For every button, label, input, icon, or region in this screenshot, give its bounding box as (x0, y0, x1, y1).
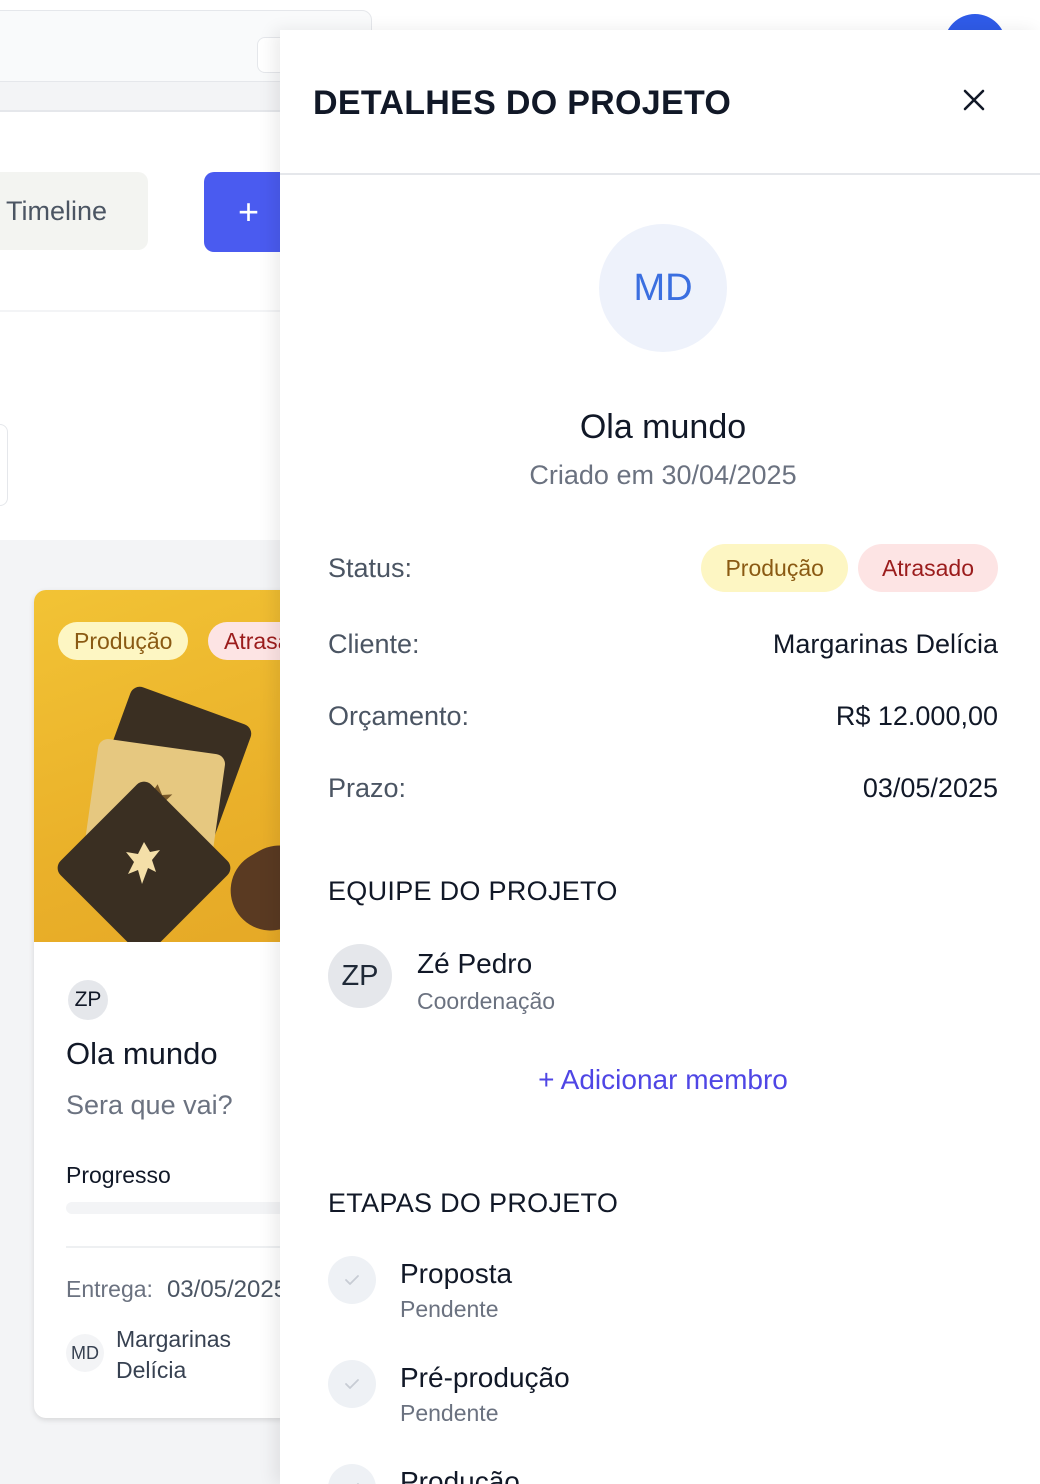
member-avatar: ZP (68, 980, 108, 1020)
stage-name: Pré-produção (400, 1362, 570, 1393)
status-badge-production: Produção (701, 544, 848, 592)
stage-item[interactable]: Pré-produção Pendente (328, 1360, 928, 1440)
client-name: Margarinas Delícia (116, 1326, 232, 1383)
client-label: Cliente: (328, 628, 420, 659)
check-icon[interactable] (328, 1360, 376, 1408)
deadline-value: 03/05/2025 (862, 772, 998, 803)
delivery-label: Entrega: (66, 1276, 153, 1302)
client-row: Cliente: Margarinas Delícia (328, 620, 998, 668)
client-avatar: MD (66, 1334, 104, 1372)
card-description: Sera que vai? (66, 1090, 233, 1120)
drawer-header: DETALHES DO PROJETO (280, 30, 1040, 175)
status-row: Status: Produção Atrasado (328, 544, 998, 592)
delivery-date: Entrega: 03/05/2025 (66, 1276, 287, 1304)
budget-row: Orçamento: R$ 12.000,00 (328, 692, 998, 740)
stage-name: Proposta (400, 1258, 513, 1289)
project-name: Ola mundo (579, 408, 747, 446)
member-avatar: ZP (328, 944, 392, 1008)
project-created-date: Criado em 30/04/2025 (529, 460, 797, 490)
project-details-drawer: DETALHES DO PROJETO MD Ola mundo Criado … (280, 30, 1040, 1484)
team-section-title: EQUIPE DO PROJETO (328, 876, 618, 906)
status-label: Status: (328, 552, 413, 583)
member-name: Zé Pedro (417, 948, 533, 979)
member-role: Coordenação (417, 988, 556, 1014)
stage-name: Produção (400, 1466, 520, 1484)
filter-area (0, 312, 300, 540)
progress-label: Progresso (66, 1162, 171, 1188)
status-badge-production: Produção (58, 622, 189, 660)
client-value: Margarinas Delícia (772, 628, 998, 659)
plus-icon: + (238, 191, 260, 232)
stage-status: Pendente (400, 1296, 499, 1322)
stage-item[interactable]: Proposta Pendente (328, 1256, 928, 1336)
delivery-value: 03/05/2025 (166, 1276, 288, 1303)
add-member-button[interactable]: + Adicionar membro (280, 1064, 1040, 1096)
project-avatar: MD (599, 224, 727, 352)
deadline-row: Prazo: 03/05/2025 (328, 764, 998, 812)
tab-timeline[interactable]: Timeline (0, 172, 148, 250)
stage-status: Pendente (400, 1400, 499, 1426)
badge-label: Produção (74, 627, 173, 654)
close-button[interactable] (956, 82, 992, 118)
check-icon[interactable] (328, 1464, 376, 1484)
status-badges: Produção Atrasado (701, 544, 998, 592)
status-badge-late: Atrasado (857, 544, 998, 592)
team-member[interactable]: ZP Zé Pedro Coordenação (328, 944, 928, 1014)
filter-input[interactable] (0, 424, 8, 506)
stages-section-title: ETAPAS DO PROJETO (328, 1188, 619, 1218)
drawer-title: DETALHES DO PROJETO (313, 84, 732, 122)
check-icon[interactable] (328, 1256, 376, 1304)
stage-item[interactable]: Produção (328, 1464, 928, 1484)
tab-timeline-label: Timeline (6, 195, 108, 226)
card-title: Ola mundo (66, 1036, 218, 1071)
budget-label: Orçamento: (328, 700, 470, 731)
deadline-label: Prazo: (328, 772, 407, 803)
budget-value: R$ 12.000,00 (835, 700, 998, 731)
close-icon (963, 89, 985, 111)
